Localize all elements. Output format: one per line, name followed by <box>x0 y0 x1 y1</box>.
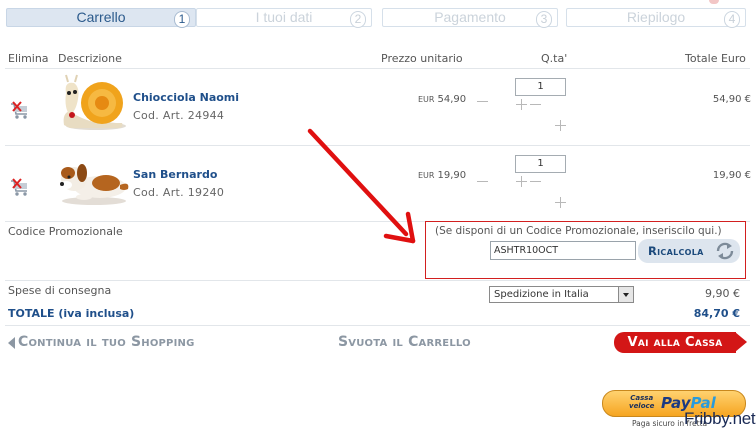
dropdown-arrow-icon[interactable] <box>618 287 633 302</box>
back-arrow-icon <box>8 337 15 349</box>
checkout-label: Vai alla Cassa <box>614 332 736 353</box>
checkout-button[interactable]: Vai alla Cassa <box>614 332 747 353</box>
total-label: TOTALE (iva inclusa) <box>8 307 135 320</box>
divider <box>5 325 750 326</box>
watermark: Fribby.net <box>684 409 756 428</box>
paypal-caption-line2: veloce <box>629 402 655 410</box>
paypal-caption-line1: Cassa <box>630 394 654 402</box>
annotation-arrow-icon <box>307 128 416 244</box>
shipping-method-select[interactable]: Spedizione in Italia <box>489 286 634 303</box>
empty-cart-link[interactable]: Svuota il Carrello <box>338 334 471 350</box>
total-value: 84,70 € <box>693 307 740 320</box>
paypal-caption: Cassa veloce <box>629 394 654 410</box>
shipping-cost: 9,90 € <box>705 287 740 300</box>
shipping-label: Spese di consegna <box>8 284 112 297</box>
shipping-method-value: Spedizione in Italia <box>494 289 589 300</box>
continue-shopping-link[interactable]: Continua il tuo Shopping <box>18 334 194 350</box>
arrow-right-icon <box>735 332 747 352</box>
